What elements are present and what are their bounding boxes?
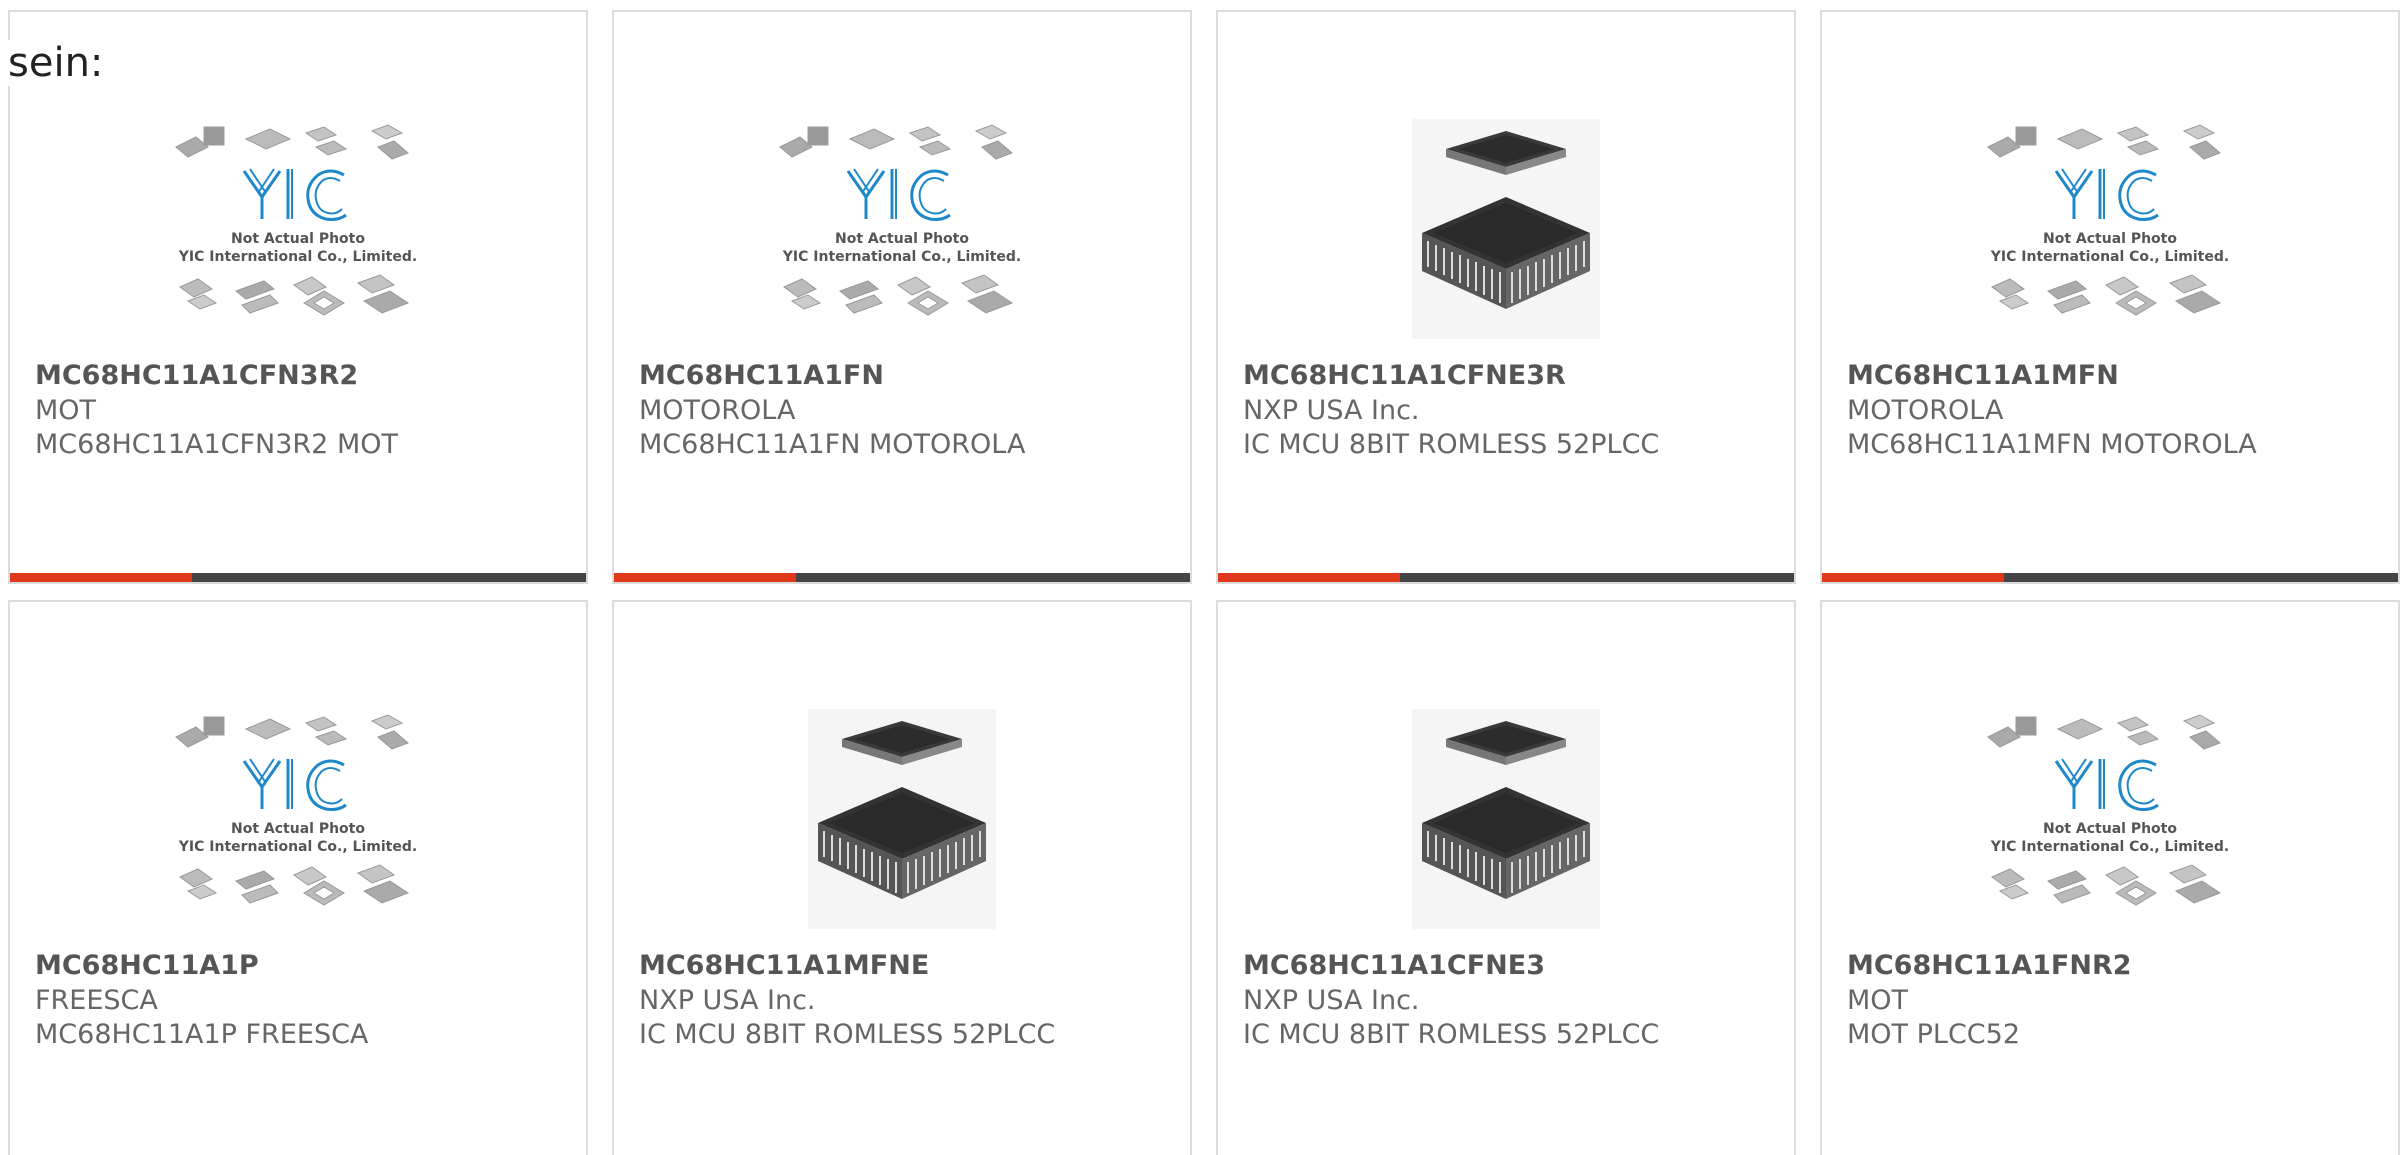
placeholder-caption: Not Actual Photo [835, 231, 969, 247]
product-manufacturer: FREESCA [35, 985, 158, 1016]
placeholder-icon: Not Actual Photo YIC International Co., … [1987, 714, 2229, 906]
placeholder-company: YIC International Co., Limited. [782, 249, 1021, 265]
product-manufacturer: MOT [1847, 985, 1909, 1016]
placeholder-caption: Not Actual Photo [2043, 821, 2177, 837]
card-footer-bar [1822, 573, 2398, 582]
product-manufacturer: MOT [35, 395, 97, 426]
product-image[interactable]: Not Actual Photo YIC International Co., … [1822, 98, 2398, 360]
product-image[interactable] [1218, 688, 1794, 950]
product-part-number[interactable]: MC68HC11A1CFNE3 [1243, 950, 1545, 981]
product-manufacturer: NXP USA Inc. [1243, 985, 1420, 1016]
product-description: IC MCU 8BIT ROMLESS 52PLCC [1243, 1019, 1660, 1050]
product-part-number[interactable]: MC68HC11A1CFNE3R [1243, 360, 1566, 391]
product-description: MOT PLCC52 [1847, 1019, 2021, 1050]
product-description: MC68HC11A1P FREESCA [35, 1019, 369, 1050]
product-image[interactable]: Not Actual Photo YIC International Co., … [614, 98, 1190, 360]
product-part-number[interactable]: MC68HC11A1CFN3R2 [35, 360, 358, 391]
card-footer-accent [1822, 573, 2004, 582]
product-image[interactable] [614, 688, 1190, 950]
card-footer-accent [1218, 573, 1400, 582]
product-manufacturer: NXP USA Inc. [1243, 395, 1420, 426]
plcc-chip-icon [1412, 119, 1600, 339]
card-footer-accent [10, 573, 192, 582]
product-card[interactable]: Not Actual Photo YIC International Co., … [612, 10, 1192, 584]
placeholder-company: YIC International Co., Limited. [178, 839, 417, 855]
plcc-chip-icon [1412, 709, 1600, 929]
product-description: MC68HC11A1CFN3R2 MOT [35, 429, 398, 460]
plcc-chip-icon [808, 709, 996, 929]
placeholder-caption: Not Actual Photo [231, 231, 365, 247]
placeholder-company: YIC International Co., Limited. [1990, 249, 2229, 265]
product-card[interactable]: MC68HC11A1CFNE3R NXP USA Inc. IC MCU 8BIT … [1216, 10, 1796, 584]
product-card[interactable]: Not Actual Photo YIC International Co., … [1820, 600, 2400, 1155]
placeholder-icon: Not Actual Photo YIC International Co., … [175, 124, 417, 316]
placeholder-caption: Not Actual Photo [2043, 231, 2177, 247]
product-card[interactable]: MC68HC11A1CFNE3 NXP USA Inc. IC MCU 8BIT R… [1216, 600, 1796, 1155]
product-part-number[interactable]: MC68HC11A1FNR2 [1847, 950, 2132, 981]
product-card[interactable]: Not Actual Photo YIC International Co., … [8, 600, 588, 1155]
card-footer-bar [614, 573, 1190, 582]
card-footer-accent [614, 573, 796, 582]
product-card[interactable]: Not Actual Photo YIC International Co., … [8, 10, 588, 584]
product-part-number[interactable]: MC68HC11A1MFN [1847, 360, 2119, 391]
placeholder-company: YIC International Co., Limited. [178, 249, 417, 265]
lead-text: sein: [8, 40, 108, 86]
card-footer-bar [1218, 573, 1794, 582]
product-image[interactable]: Not Actual Photo YIC International Co., … [1822, 688, 2398, 950]
product-image[interactable]: Not Actual Photo YIC International Co., … [10, 688, 586, 950]
product-description: IC MCU 8BIT ROMLESS 52PLCC [639, 1019, 1056, 1050]
card-footer-bar [10, 573, 586, 582]
placeholder-icon: Not Actual Photo YIC International Co., … [779, 124, 1021, 316]
product-part-number[interactable]: MC68HC11A1P [35, 950, 259, 981]
placeholder-company: YIC International Co., Limited. [1990, 839, 2229, 855]
product-image[interactable] [1218, 98, 1794, 360]
product-image[interactable]: Not Actual Photo YIC International Co., … [10, 98, 586, 360]
product-part-number[interactable]: MC68HC11A1FN [639, 360, 884, 391]
product-manufacturer: MOTOROLA [639, 395, 796, 426]
product-part-number[interactable]: MC68HC11A1MFNE [639, 950, 929, 981]
product-description: IC MCU 8BIT ROMLESS 52PLCC [1243, 429, 1660, 460]
placeholder-icon: Not Actual Photo YIC International Co., … [175, 714, 417, 906]
product-description: MC68HC11A1MFN MOTOROLA [1847, 429, 2257, 460]
product-card[interactable]: MC68HC11A1MFNE NXP USA Inc. IC MCU 8BIT RO… [612, 600, 1192, 1155]
product-manufacturer: NXP USA Inc. [639, 985, 816, 1016]
placeholder-caption: Not Actual Photo [231, 821, 365, 837]
product-manufacturer: MOTOROLA [1847, 395, 2004, 426]
product-card[interactable]: Not Actual Photo YIC International Co., … [1820, 10, 2400, 584]
product-description: MC68HC11A1FN MOTOROLA [639, 429, 1026, 460]
placeholder-icon: Not Actual Photo YIC International Co., … [1987, 124, 2229, 316]
